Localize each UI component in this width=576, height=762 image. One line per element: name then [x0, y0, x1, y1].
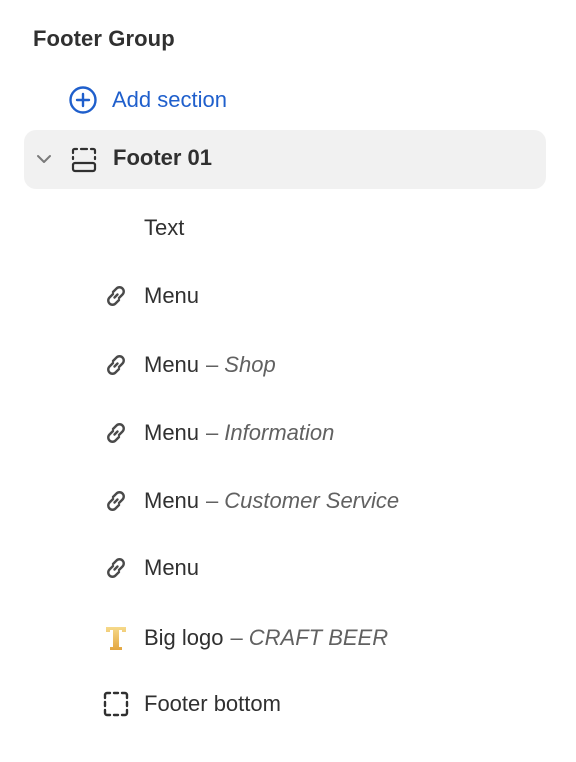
plus-circle-icon — [68, 85, 98, 115]
link-icon — [100, 280, 132, 312]
add-section-button[interactable]: Add section — [68, 84, 227, 116]
block-name: Menu — [144, 283, 200, 308]
block-menu[interactable]: Menu — [100, 551, 540, 585]
block-subtitle: – Customer Service — [206, 488, 399, 514]
add-section-label: Add section — [112, 87, 227, 112]
subtitle-text: CRAFT BEER — [248, 625, 389, 650]
block-subtitle: – Shop — [206, 352, 276, 378]
subtitle-dash: – — [230, 625, 243, 650]
link-icon — [100, 417, 132, 449]
block-menu[interactable]: Menu – Customer Service — [100, 484, 540, 518]
section-footer-01[interactable]: Footer 01 — [24, 130, 546, 189]
subtitle-dash: – — [206, 488, 219, 513]
logo-image-icon — [100, 622, 132, 654]
link-icon — [100, 349, 132, 381]
block-subtitle: – Information — [206, 420, 334, 446]
subtitle-text: Shop — [224, 352, 276, 377]
block-name: Menu — [144, 420, 200, 445]
block-subtitle: – CRAFT BEER — [231, 625, 389, 651]
link-icon — [100, 485, 132, 517]
dashed-frame-icon — [100, 688, 132, 720]
footer-section-icon — [70, 146, 98, 179]
footer-group-title: Footer Group — [33, 26, 175, 51]
block-footer-bottom[interactable]: Footer bottom — [100, 687, 540, 721]
block-text[interactable]: Text — [100, 211, 540, 245]
block-menu[interactable]: Menu — [100, 279, 540, 313]
block-name: Menu — [144, 352, 200, 377]
block-big-logo[interactable]: Big logo – CRAFT BEER — [100, 621, 540, 655]
block-name: Footer bottom — [144, 691, 281, 716]
block-name: Menu — [144, 555, 200, 580]
link-icon — [100, 552, 132, 584]
block-icon-placeholder — [100, 212, 132, 244]
chevron-down-icon[interactable] — [35, 150, 53, 173]
block-name: Menu — [144, 488, 200, 513]
subtitle-text: Customer Service — [224, 488, 400, 513]
block-name: Big logo — [144, 625, 224, 650]
block-name: Text — [144, 215, 185, 240]
block-menu[interactable]: Menu – Shop — [100, 348, 540, 382]
block-menu[interactable]: Menu – Information — [100, 416, 540, 450]
subtitle-text: Information — [224, 420, 335, 445]
subtitle-dash: – — [206, 420, 219, 445]
section-label: Footer 01 — [113, 145, 213, 170]
subtitle-dash: – — [206, 352, 219, 377]
